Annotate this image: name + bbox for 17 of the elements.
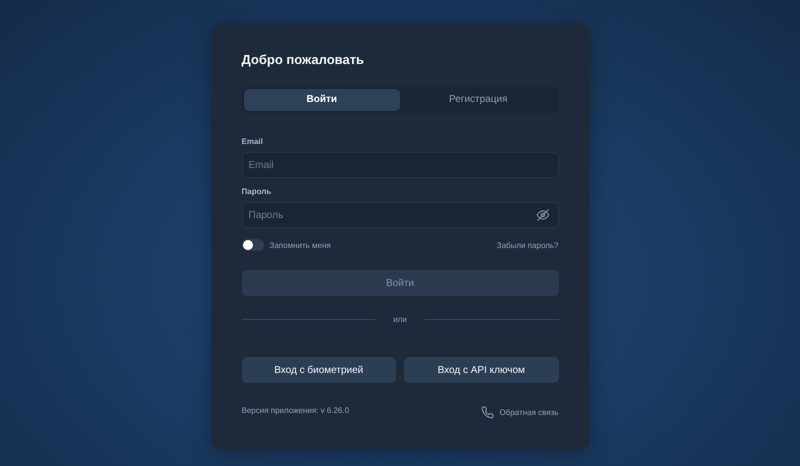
tab[interactable]: Регистрация bbox=[400, 89, 556, 111]
field-label: Email bbox=[242, 137, 264, 146]
field-label: Пароль bbox=[242, 187, 272, 196]
divider-text: или bbox=[392, 315, 408, 324]
version-text: Версия приложения: v 6.26.0 bbox=[242, 406, 350, 415]
alt-login-button[interactable]: Вход с API ключом bbox=[404, 357, 558, 383]
remember-label: Запомнить меня bbox=[270, 240, 331, 250]
toggle-switch[interactable] bbox=[242, 239, 264, 251]
alt-login-button[interactable]: Вход с биометрией bbox=[242, 357, 396, 383]
password-field[interactable]: Пароль bbox=[242, 202, 558, 228]
forgot-password-link[interactable]: Забыли пароль? bbox=[496, 240, 558, 250]
phone-icon[interactable] bbox=[480, 406, 494, 419]
email-field[interactable]: Email bbox=[242, 152, 558, 178]
card-title: Добро пожаловать bbox=[242, 51, 366, 69]
tab[interactable]: Войти bbox=[244, 89, 400, 111]
feedback-link[interactable]: Обратная связь bbox=[500, 408, 558, 417]
hidden-eye-icon[interactable] bbox=[536, 208, 550, 222]
